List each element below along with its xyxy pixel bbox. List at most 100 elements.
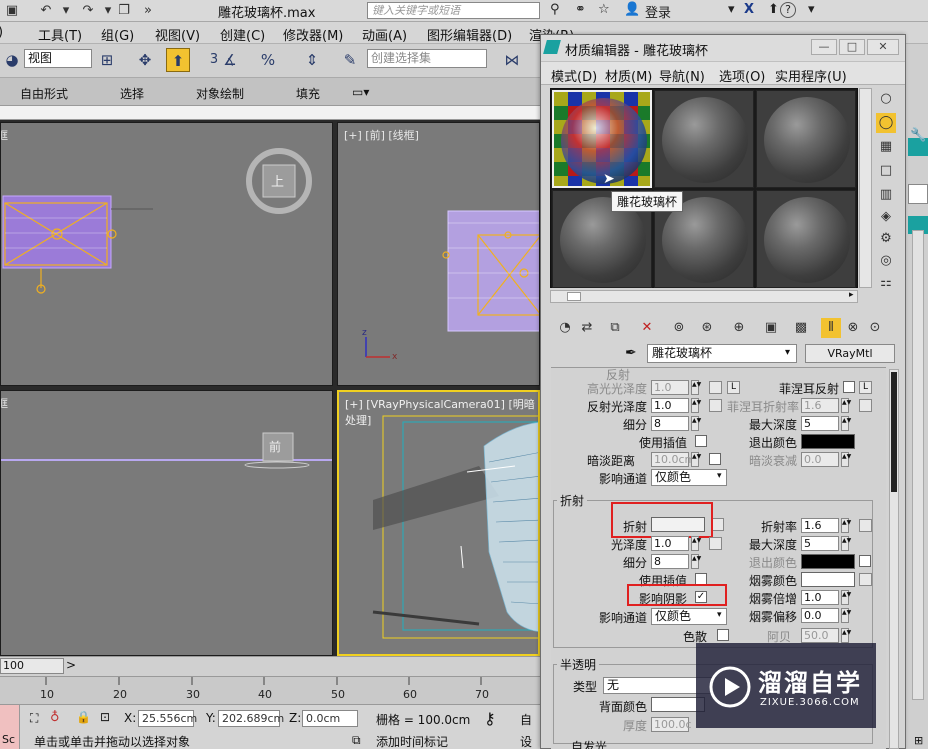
frame-counter[interactable]: 100	[0, 658, 64, 674]
redo-icon[interactable]: ↷	[80, 3, 96, 18]
me-menu-material[interactable]: 材质(M)	[605, 66, 652, 85]
sample-type-icon[interactable]: ○	[876, 89, 896, 109]
material-editor-titlebar[interactable]: 材质编辑器 - 雕花玻璃杯 — □ ✕	[541, 35, 905, 61]
ribbon-options-icon[interactable]: ▭▾	[352, 85, 369, 99]
close-button[interactable]: ✕	[867, 39, 899, 55]
sample-slot-2[interactable]	[654, 90, 754, 188]
isolate-selection-icon[interactable]: ♁	[50, 710, 60, 725]
refraction-affect-channels-select[interactable]: 仅颜色	[651, 608, 727, 625]
fresnel-ior-spinner[interactable]: ▲▼	[841, 398, 851, 413]
select-manipulate-icon[interactable]: ✥	[133, 48, 157, 72]
lock-l-button[interactable]: L	[727, 381, 740, 394]
backlight-icon[interactable]: ◯	[876, 113, 896, 133]
eyedropper-icon[interactable]: ✒	[625, 345, 637, 361]
exchange-x-icon[interactable]: X	[744, 2, 754, 17]
viewport-camera[interactable]: [+] [VRayPhysicalCamera01] [明暗处理]	[337, 390, 540, 656]
sphere-icon[interactable]: ◕	[0, 48, 24, 72]
refraction-exit-color-swatch[interactable]	[801, 554, 855, 569]
refraction-glossiness-field[interactable]: 1.0	[651, 536, 689, 551]
spinner-snap-icon[interactable]: ⇕	[300, 48, 324, 72]
help-icon[interactable]: ?	[780, 2, 796, 18]
slots-vertical-scrollbar[interactable]	[859, 88, 872, 288]
get-material-icon[interactable]: ◔	[555, 318, 575, 338]
fog-multiplier-field[interactable]: 1.0	[801, 590, 839, 605]
refl-affect-channels-dropdown-icon[interactable]: ▾	[717, 471, 722, 481]
fog-color-map-button[interactable]	[859, 573, 872, 586]
thickness-field[interactable]: 100.0c	[651, 717, 692, 732]
ribbon-tab-populate[interactable]: 填充	[296, 85, 320, 102]
login-link[interactable]: 登录	[645, 2, 671, 21]
go-to-parent-icon[interactable]: ⊗	[843, 318, 863, 338]
named-selection-set-select[interactable]: 创建选择集	[367, 49, 487, 68]
pivot-center-icon[interactable]: ⊞	[95, 48, 119, 72]
share-icon[interactable]: ⬆	[768, 2, 779, 17]
refl-exit-color-swatch[interactable]	[801, 434, 855, 449]
material-type-button[interactable]: VRayMtl	[805, 344, 895, 363]
me-menu-options[interactable]: 选项(O)	[719, 66, 765, 85]
fresnel-ior-field[interactable]: 1.6	[801, 398, 839, 413]
menu-animation[interactable]: 动画(A)	[362, 25, 407, 44]
save-icon[interactable]: ▣	[4, 3, 20, 18]
refraction-glossiness-map-button[interactable]	[709, 537, 722, 550]
refraction-max-depth-spinner[interactable]: ▲▼	[841, 536, 851, 551]
hilight-glossiness-map-button[interactable]	[709, 381, 722, 394]
menu-create[interactable]: 创建(C)	[220, 25, 265, 44]
select-by-material-icon[interactable]: ◎	[876, 251, 896, 271]
go-forward-sibling-icon[interactable]: ⊙	[865, 318, 885, 338]
dim-distance-field[interactable]: 10.0cm	[651, 452, 695, 467]
help-dropdown-icon[interactable]: ▾	[808, 2, 815, 17]
time-slider[interactable]: 100 >	[0, 656, 540, 676]
me-menu-navigation[interactable]: 导航(N)	[659, 66, 705, 85]
options-icon[interactable]: ⚙	[876, 229, 896, 249]
scroll-right-arrow-icon[interactable]: ▸	[849, 290, 854, 300]
refl-glossiness-map-button[interactable]	[709, 399, 722, 412]
login-dropdown-icon[interactable]: ▾	[728, 2, 735, 17]
percent-snap-toggle[interactable]: %	[256, 48, 280, 72]
material-name-field[interactable]: 雕花玻璃杯	[647, 344, 797, 363]
binoculars-icon[interactable]: ⚲	[550, 2, 560, 17]
fresnel-ior-map-button[interactable]	[859, 399, 872, 412]
fresnel-lock-button[interactable]: L	[859, 381, 872, 394]
command-panel-wrench-icon[interactable]: 🔧	[910, 128, 926, 143]
viewcube-front-face[interactable]: 前	[269, 438, 281, 455]
menu-group[interactable]: 组(G)	[101, 25, 134, 44]
dim-distance-checkbox[interactable]	[709, 453, 721, 465]
refraction-glossiness-spinner[interactable]: ▲▼	[691, 536, 701, 551]
next-frame-icon[interactable]: >	[66, 658, 76, 672]
menu-modifiers[interactable]: 修改器(M)	[283, 25, 343, 44]
hilight-glossiness-spinner[interactable]: ▲▼	[691, 380, 701, 395]
fog-bias-field[interactable]: 0.0	[801, 608, 839, 623]
material-map-navigator-icon[interactable]: ⚏	[876, 273, 896, 293]
angle-snap-icon[interactable]: ∡	[218, 48, 242, 72]
refraction-ior-map-button[interactable]	[859, 519, 872, 532]
communication-icon[interactable]: ⚭	[575, 2, 586, 17]
refraction-affect-channels-dropdown-icon[interactable]: ▾	[717, 610, 722, 620]
refl-subdivs-spinner[interactable]: ▲▼	[691, 416, 701, 431]
ribbon-tab-freeform[interactable]: 自由形式	[20, 85, 68, 102]
dispersion-checkbox[interactable]	[717, 629, 729, 641]
reference-coordinate-select[interactable]: 视图	[24, 49, 92, 68]
key-icon[interactable]: ⚷	[484, 709, 496, 728]
viewport-front[interactable]: [+] [前] [线框] z x	[337, 122, 540, 386]
assign-to-selection-icon[interactable]: ⧉	[605, 318, 625, 338]
ribbon-tab-selection[interactable]: 选择	[120, 85, 144, 102]
sample-uv-tiling-icon[interactable]: □	[876, 161, 896, 181]
params-scroll-thumb[interactable]	[891, 372, 897, 492]
add-time-tag-button[interactable]: 添加时间标记	[376, 733, 448, 749]
restore-button[interactable]: □	[839, 39, 865, 55]
show-end-result-icon[interactable]: ⫴	[821, 318, 841, 338]
menu-views[interactable]: 视图(V)	[155, 25, 200, 44]
minimize-button[interactable]: —	[811, 39, 837, 55]
refraction-subdivs-spinner[interactable]: ▲▼	[691, 554, 701, 569]
sample-slot-1[interactable]	[552, 90, 652, 188]
refl-subdivs-field[interactable]: 8	[651, 416, 689, 431]
viewport-top[interactable]: 框 上	[0, 122, 333, 386]
show-shaded-material-icon[interactable]: ▩	[791, 318, 811, 338]
project-folder-icon[interactable]: ❐	[116, 3, 132, 18]
scroll-thumb[interactable]	[567, 292, 581, 301]
refl-glossiness-field[interactable]: 1.0	[651, 398, 689, 413]
search-input[interactable]: 键入关键字或短语	[367, 2, 540, 19]
lock-selection-icon[interactable]: 🔒	[76, 710, 91, 724]
set-key-button[interactable]: 设	[520, 733, 532, 749]
dim-falloff-spinner[interactable]: ▲▼	[841, 452, 851, 467]
